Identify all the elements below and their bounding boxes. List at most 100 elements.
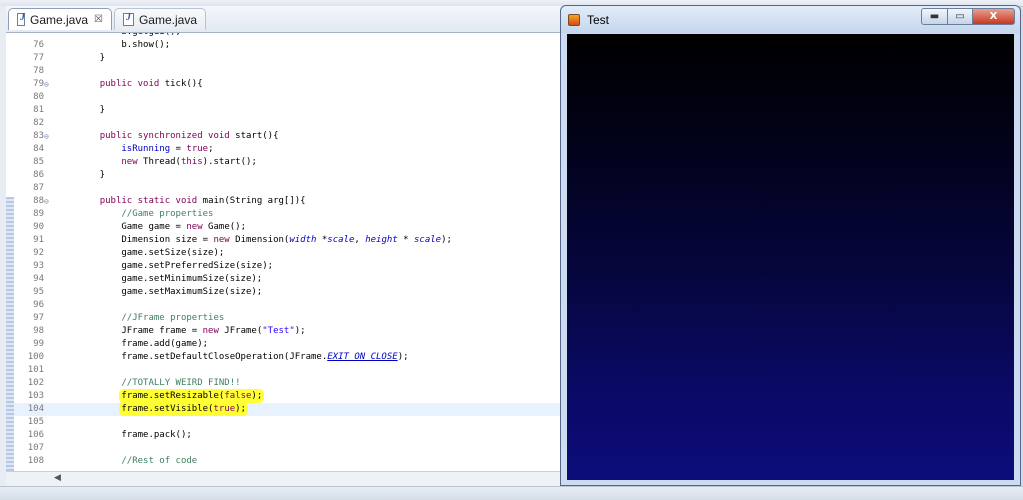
code-line[interactable]: 76 b.show();	[14, 39, 562, 52]
code-line[interactable]: 89 //Game properties	[14, 208, 562, 221]
code-text: //Game properties	[121, 209, 214, 219]
line-number: 100	[27, 352, 44, 362]
code-line[interactable]: 88 ⊖ public static void main(String arg[]…	[14, 195, 562, 208]
line-number: 92	[33, 248, 44, 258]
code-text: new Thread(this).start();	[121, 157, 257, 167]
code-text: frame.setResizable(false);	[121, 391, 263, 401]
code-line[interactable]: 102 //TOTALLY WEIRD FIND!!	[14, 377, 562, 390]
line-number: 86	[33, 170, 44, 180]
tab-label: Game.java	[30, 12, 89, 27]
line-number: 81	[33, 105, 44, 115]
line-number: 85	[33, 157, 44, 167]
code-text: isRunning = true;	[121, 144, 214, 154]
code-text: //Rest of code	[121, 456, 198, 466]
code-line[interactable]: 93 game.setPreferredSize(size);	[14, 260, 562, 273]
code-line[interactable]: 106 frame.pack();	[14, 429, 562, 442]
line-number: 90	[33, 222, 44, 232]
line-number: 79	[33, 79, 44, 89]
tab-label: Game.java	[138, 12, 197, 27]
code-line[interactable]: 99 frame.add(game);	[14, 338, 562, 351]
code-line[interactable]: 96	[14, 299, 562, 312]
scroll-left-icon[interactable]: ◀	[54, 473, 61, 483]
line-number: 99	[33, 339, 44, 349]
line-number: 96	[33, 300, 44, 310]
code-line[interactable]: 90 Game game = new Game();	[14, 221, 562, 234]
code-text: game.setMinimumSize(size);	[78, 274, 263, 284]
fold-toggle-icon[interactable]: ⊖	[44, 195, 49, 208]
tab-game-java[interactable]: Game.java	[114, 8, 206, 30]
code-line[interactable]: 107	[14, 442, 562, 455]
code-text: frame.pack();	[78, 430, 192, 440]
fold-toggle-icon[interactable]: ⊖	[44, 130, 49, 143]
tab-game-java-active[interactable]: Game.java ☒	[8, 8, 112, 30]
line-number: 80	[33, 92, 44, 102]
code-line[interactable]: 83 ⊖ public synchronized void start(){	[14, 130, 562, 143]
horizontal-scrollbar[interactable]: ◀	[6, 471, 563, 486]
line-number: 103	[27, 391, 44, 401]
code-line[interactable]: 84 isRunning = true;	[14, 143, 562, 156]
code-line[interactable]: 87	[14, 182, 562, 195]
code-line[interactable]: 108 //Rest of code	[14, 455, 562, 468]
code-text: public synchronized void start(){	[99, 131, 279, 141]
code-line[interactable]: 86 }	[14, 169, 562, 182]
code-line[interactable]: 104 frame.setVisible(true);	[14, 403, 562, 416]
code-line[interactable]: 100 frame.setDefaultCloseOperation(JFram…	[14, 351, 562, 364]
code-text: public void tick(){	[99, 79, 203, 89]
line-number: 93	[33, 261, 44, 271]
code-text: frame.add(game);	[78, 339, 209, 349]
status-bar	[0, 486, 1023, 500]
code-text: game.setSize(size);	[78, 248, 225, 258]
code-text: Game game = new Game();	[78, 222, 246, 232]
code-line[interactable]: 81 }	[14, 104, 562, 117]
line-number: 84	[33, 144, 44, 154]
line-number: 106	[27, 430, 44, 440]
code-line[interactable]: 94 game.setMinimumSize(size);	[14, 273, 562, 286]
line-number: 76	[33, 40, 44, 50]
code-editor[interactable]: b.getgui();76 b.show();77 }7879⊖ public …	[14, 33, 562, 471]
code-line[interactable]: 103 frame.setResizable(false);	[14, 390, 562, 403]
line-number: 83	[33, 131, 44, 141]
code-line[interactable]: 101	[14, 364, 562, 377]
jframe-window: Test ▬ ▭ X	[560, 5, 1021, 486]
code-text: frame.setDefaultCloseOperation(JFrame.EX…	[78, 352, 409, 362]
code-line[interactable]: 78	[14, 65, 562, 78]
line-number: 105	[27, 417, 44, 427]
code-line[interactable]: 80	[14, 91, 562, 104]
code-text: }	[78, 105, 106, 115]
line-number: 87	[33, 183, 44, 193]
minimize-button[interactable]: ▬	[921, 8, 948, 25]
code-line[interactable]: 92 game.setSize(size);	[14, 247, 562, 260]
line-number: 78	[33, 66, 44, 76]
tab-close-icon[interactable]: ☒	[94, 14, 103, 25]
window-title-bar[interactable]: Test ▬ ▭ X	[561, 6, 1020, 33]
maximize-button[interactable]: ▭	[947, 8, 973, 25]
line-number: 104	[27, 404, 44, 414]
code-line[interactable]: 91 Dimension size = new Dimension(width …	[14, 234, 562, 247]
line-number: 77	[33, 53, 44, 63]
code-line[interactable]: 98 JFrame frame = new JFrame("Test");	[14, 325, 562, 338]
fold-toggle-icon[interactable]: ⊖	[44, 78, 49, 91]
code-text: game.setPreferredSize(size);	[78, 261, 274, 271]
line-number: 89	[33, 209, 44, 219]
line-number: 107	[27, 443, 44, 453]
code-text: //JFrame properties	[121, 313, 225, 323]
line-number: 97	[33, 313, 44, 323]
code-line[interactable]: 77 }	[14, 52, 562, 65]
code-text: JFrame frame = new JFrame("Test");	[78, 326, 306, 336]
code-line[interactable]: 97 //JFrame properties	[14, 312, 562, 325]
java-app-icon	[568, 14, 580, 26]
code-line[interactable]: 105	[14, 416, 562, 429]
code-text: public static void main(String arg[]){	[99, 196, 306, 206]
line-number: 95	[33, 287, 44, 297]
line-number: 102	[27, 378, 44, 388]
code-line[interactable]: 79 ⊖ public void tick(){	[14, 78, 562, 91]
game-canvas[interactable]	[567, 34, 1014, 480]
line-number: 108	[27, 456, 44, 466]
code-line[interactable]: 85 new Thread(this).start();	[14, 156, 562, 169]
java-file-icon	[17, 12, 25, 26]
code-line[interactable]: 95 game.setMaximumSize(size);	[14, 286, 562, 299]
code-line[interactable]: 82	[14, 117, 562, 130]
code-text: frame.setVisible(true);	[121, 404, 247, 414]
code-text: Dimension size = new Dimension(width *sc…	[78, 235, 452, 245]
close-button[interactable]: X	[972, 8, 1015, 25]
